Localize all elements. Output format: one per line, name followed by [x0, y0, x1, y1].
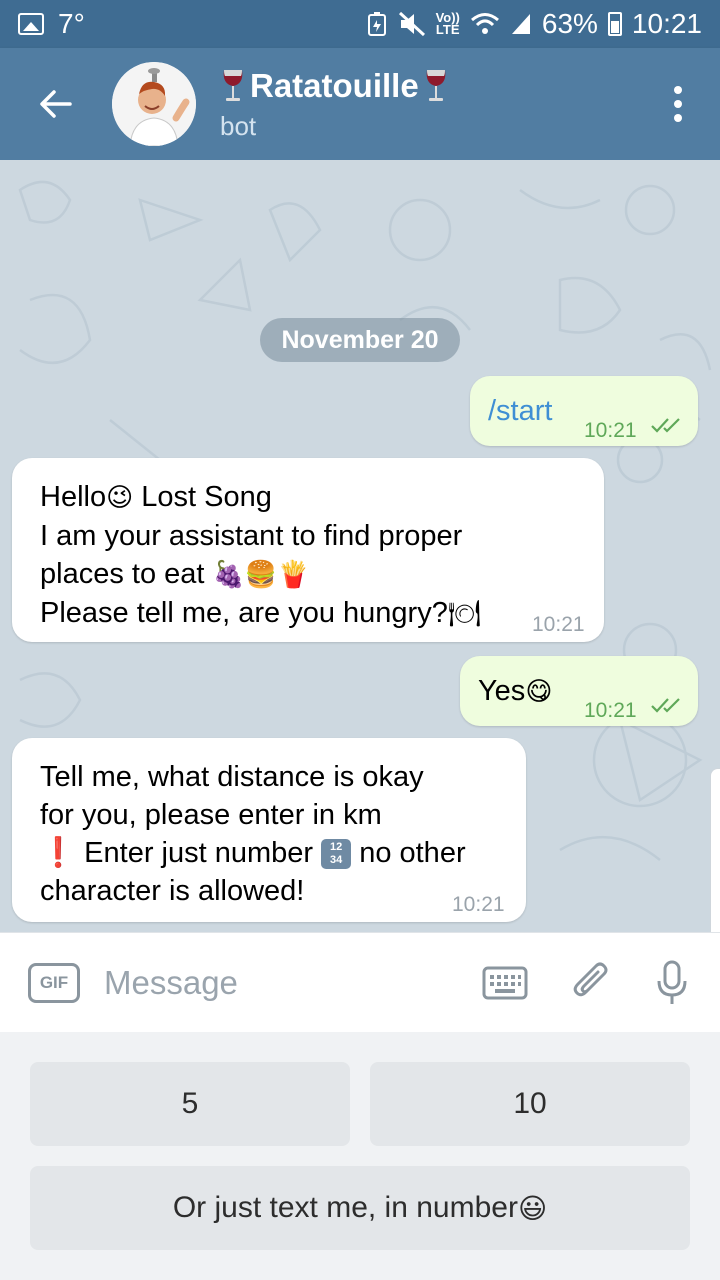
message-time: 10:21 [532, 613, 585, 636]
command-link[interactable]: /start [488, 392, 552, 430]
grapes-icon: 🍇 [212, 560, 245, 590]
message-line: places to eat 🍇🍔🍟 [40, 558, 310, 590]
scroll-indicator[interactable] [710, 768, 720, 932]
winking-face-icon: 😉 [106, 483, 134, 513]
exclamation-icon: ❗ [40, 837, 77, 869]
message-line: character is allowed! [40, 875, 305, 907]
gif-button[interactable]: GIF [28, 962, 80, 1003]
outgoing-message[interactable]: Yes😋 10:21 [460, 656, 698, 726]
chat-title[interactable]: Ratatouille [220, 67, 449, 105]
message-line: Hello😉 Lost Song [40, 481, 272, 513]
battery-percent: 63% [541, 8, 598, 39]
message-line: for you, please enter in km [40, 799, 382, 831]
back-button[interactable] [0, 48, 112, 160]
chat-header: Ratatouille bot [0, 48, 720, 160]
back-arrow-icon [40, 90, 72, 118]
mute-icon [398, 11, 426, 37]
wifi-icon [470, 12, 500, 36]
temperature-text: 7° [58, 8, 85, 39]
microphone-icon[interactable] [656, 959, 688, 1007]
read-ticks-icon [651, 418, 680, 433]
chat-area[interactable]: November 20 /start 10:21 Hello😉 Lost Son… [0, 160, 720, 932]
message-line: Please tell me, are you hungry?🍽 [40, 597, 481, 629]
wine-glass-icon [223, 69, 243, 101]
more-dot-icon [674, 86, 682, 94]
more-dot-icon [674, 100, 682, 108]
chat-title-text: Ratatouille [250, 66, 419, 104]
status-bar: 7° Vo)) LTE 63% 10:21 [0, 0, 720, 48]
message-time: 10:21 [584, 699, 637, 722]
read-ticks-icon [651, 698, 680, 713]
keyboard-icon[interactable] [482, 966, 528, 1000]
attach-icon[interactable] [572, 960, 612, 1006]
message-time: 10:21 [584, 419, 637, 442]
yum-face-icon: 😋 [525, 677, 553, 707]
message-line: I am your assistant to find proper [40, 520, 463, 552]
message-time: 10:21 [452, 893, 505, 916]
date-separator: November 20 [260, 318, 460, 362]
wine-glass-icon [426, 69, 446, 101]
more-options-button[interactable] [636, 48, 720, 160]
reply-button-10[interactable]: 10 [370, 1062, 690, 1146]
plate-cutlery-icon: 🍽 [447, 599, 481, 629]
bot-avatar[interactable] [112, 62, 196, 146]
bot-reply-keyboard: 5 10 Or just text me, in number 😃 [0, 1032, 720, 1280]
burger-icon: 🍔 [244, 560, 278, 590]
outgoing-message[interactable]: /start 10:21 [470, 376, 698, 446]
more-dot-icon [674, 114, 682, 122]
incoming-message[interactable]: Tell me, what distance is okay for you, … [12, 738, 526, 922]
message-input-bar: GIF [0, 932, 720, 1032]
gallery-notification-icon [18, 13, 44, 35]
message-line: Tell me, what distance is okay [40, 761, 424, 793]
incoming-message[interactable]: Hello😉 Lost Song I am your assistant to … [12, 458, 604, 642]
battery-icon [607, 12, 622, 36]
fries-icon: 🍟 [277, 560, 310, 590]
reply-button-text-number[interactable]: Or just text me, in number 😃 [30, 1166, 690, 1250]
message-input[interactable] [104, 963, 424, 1002]
clock: 10:21 [631, 8, 702, 39]
volte-indicator: Vo)) LTE [435, 10, 460, 37]
chat-subtitle: bot [220, 110, 257, 141]
signal-icon [510, 12, 532, 36]
message-line: ❗ Enter just number 12 34 no other [40, 837, 466, 870]
grinning-face-icon: 😃 [517, 1191, 548, 1225]
input-numbers-icon: 12 34 [321, 839, 352, 870]
reply-button-5[interactable]: 5 [30, 1062, 350, 1146]
battery-saver-icon [366, 11, 388, 37]
